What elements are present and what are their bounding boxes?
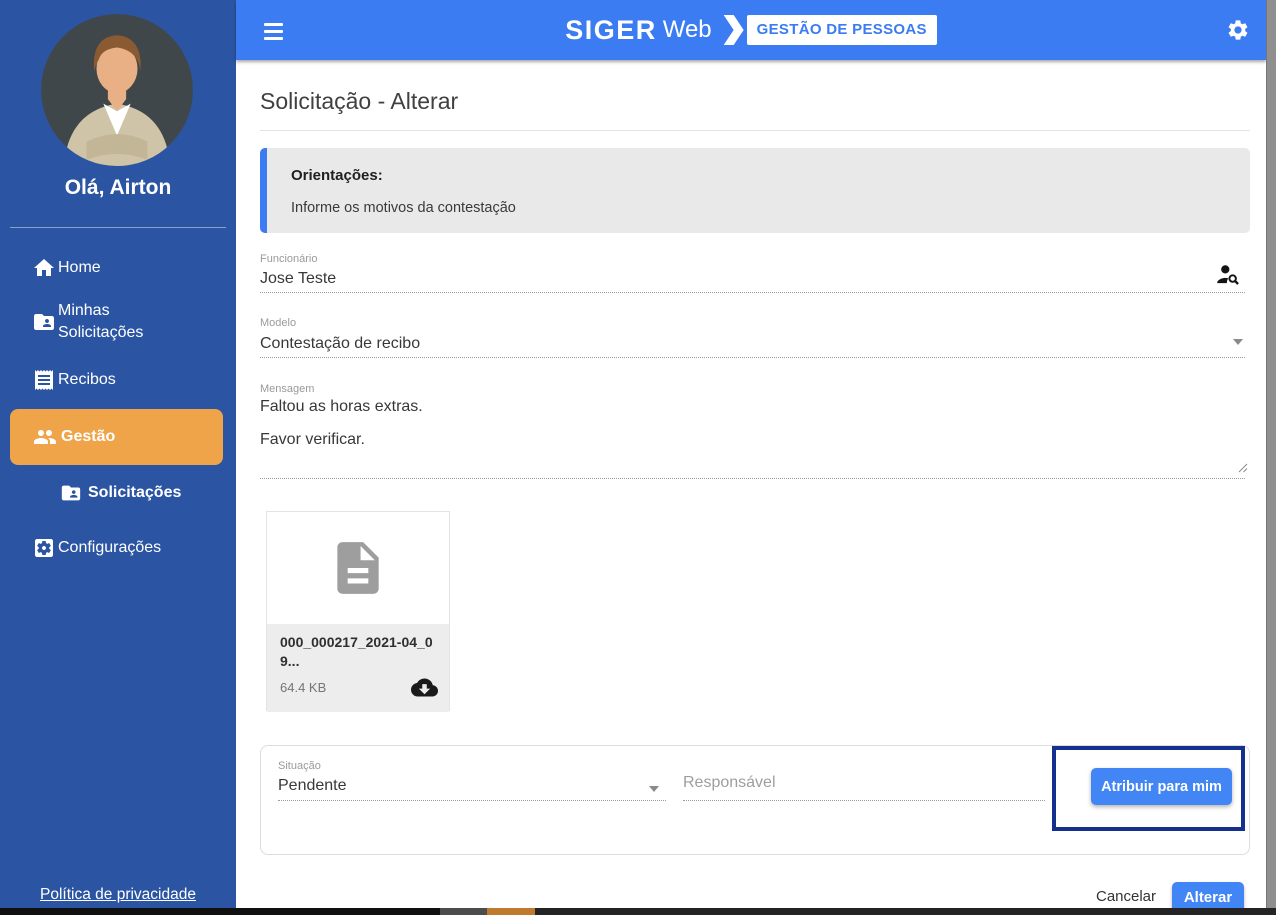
people-icon [34, 430, 56, 444]
attachment-preview [267, 512, 449, 624]
resize-handle-icon[interactable] [1238, 463, 1248, 473]
assign-to-me-button[interactable]: Atribuir para mim [1091, 768, 1232, 805]
sidebar-item-solicitacoes[interactable]: Solicitações [0, 478, 236, 508]
sidebar-item-label: Home [58, 259, 101, 276]
settings-box-icon [35, 539, 53, 557]
bottom-edge-bar [0, 908, 1276, 915]
app-screen: Olá, Airton Home Minhas Solicitações Rec… [0, 0, 1276, 915]
cloud-download-icon[interactable] [411, 674, 438, 701]
funcionario-value[interactable]: Jose Teste [260, 270, 336, 288]
guidance-box: Orientações: Informe os motivos da conte… [260, 148, 1250, 233]
caret-down-icon[interactable] [649, 786, 659, 792]
sidebar-divider [10, 227, 226, 228]
responsavel-input[interactable] [683, 774, 1043, 792]
gear-icon[interactable] [1226, 18, 1250, 42]
sidebar-item-label: Gestão [61, 428, 116, 445]
hamburger-icon[interactable] [264, 23, 283, 44]
funcionario-label: Funcionário [260, 253, 318, 265]
app-logo: SIGER Web GESTÃO DE PESSOAS [565, 15, 937, 46]
user-greeting: Olá, Airton [64, 176, 172, 199]
modelo-underline [260, 357, 1245, 358]
brand-web: Web [662, 16, 712, 43]
badge-chevron-icon [723, 15, 744, 45]
sidebar-item-home[interactable]: Home [0, 252, 236, 284]
situacao-select[interactable]: Pendente [278, 777, 347, 795]
modelo-label: Modelo [260, 317, 297, 329]
vertical-scrollbar[interactable] [1266, 0, 1276, 915]
sidebar: Olá, Airton Home Minhas Solicitações Rec… [0, 0, 236, 915]
sidebar-item-minhas-solicitacoes[interactable]: Minhas Solicitações [0, 298, 236, 346]
funcionario-underline [260, 292, 1245, 293]
module-badge: GESTÃO DE PESSOAS [746, 15, 937, 45]
mensagem-label: Mensagem [260, 383, 315, 395]
sidebar-item-gestao[interactable]: Gestão [0, 409, 236, 465]
sidebar-item-label: Solicitações [88, 484, 182, 501]
modelo-select[interactable]: Contestação de recibo [260, 335, 420, 353]
attachment-filesize: 64.4 KB [280, 680, 327, 695]
attachment-card[interactable]: 000_000217_2021-04_09... 64.4 KB [266, 511, 450, 712]
privacy-policy-link[interactable]: Política de privacidade [0, 886, 236, 904]
sidebar-item-label: Minhas Solicitações [58, 302, 144, 341]
sidebar-item-label: Recibos [58, 371, 116, 388]
attachment-info: 000_000217_2021-04_09... 64.4 KB [267, 624, 449, 712]
guidance-text: Informe os motivos da contestação [291, 200, 516, 216]
sidebar-item-label: Configurações [58, 539, 162, 556]
receipt-icon [35, 370, 53, 390]
folder-shared-icon [61, 485, 81, 501]
top-bar: SIGER Web GESTÃO DE PESSOAS [236, 0, 1266, 60]
folder-shared-icon [34, 314, 54, 330]
sidebar-item-configuracoes[interactable]: Configurações [0, 532, 236, 564]
avatar [41, 14, 193, 166]
situacao-label: Situação [278, 760, 321, 772]
cancel-button[interactable]: Cancelar [1086, 888, 1166, 905]
brand-siger: SIGER [565, 14, 657, 45]
page-title: Solicitação - Alterar [260, 88, 459, 114]
title-divider [260, 130, 1250, 131]
sidebar-item-recibos[interactable]: Recibos [0, 364, 236, 396]
mensagem-underline [260, 478, 1245, 479]
guidance-title: Orientações: [291, 167, 383, 184]
document-icon [337, 542, 379, 594]
attachment-filename: 000_000217_2021-04_09... [280, 634, 433, 669]
caret-down-icon[interactable] [1233, 339, 1243, 345]
person-search-icon[interactable] [1215, 262, 1241, 288]
home-icon [34, 259, 54, 276]
situacao-underline [278, 800, 666, 801]
mensagem-textarea[interactable]: Faltou as horas extras. Favor verificar. [260, 398, 1240, 449]
responsavel-underline [683, 800, 1045, 801]
